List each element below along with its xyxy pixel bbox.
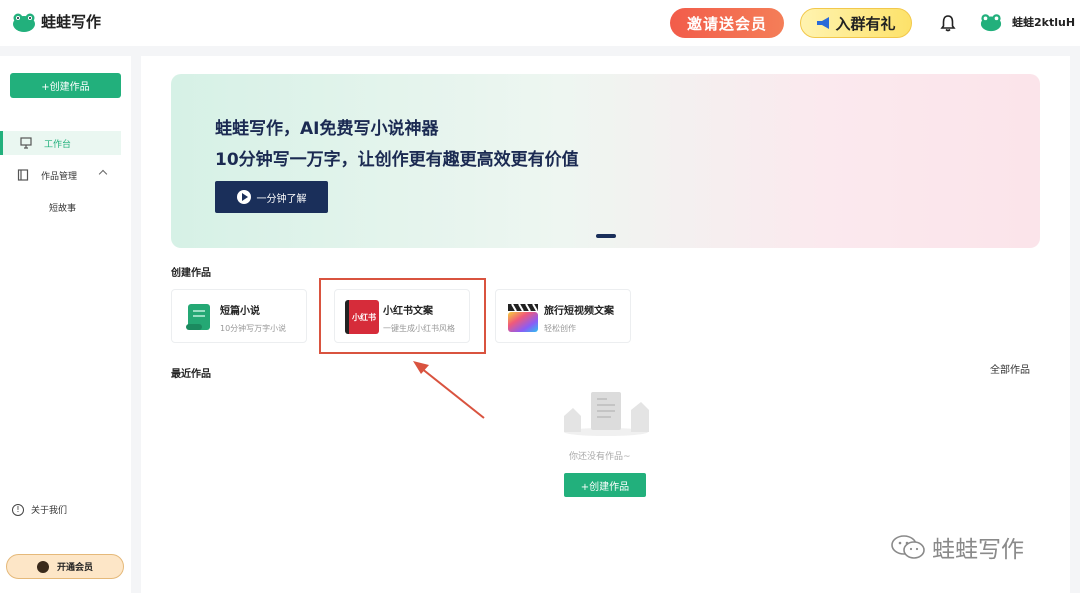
join-group-button[interactable]: 入群有礼 xyxy=(800,8,912,38)
sidebar-item-workbench[interactable]: 工作台 xyxy=(0,131,121,155)
create-section-title: 创建作品 xyxy=(171,268,211,279)
play-icon xyxy=(236,190,251,204)
learn-in-one-minute-button[interactable]: 一分钟了解 xyxy=(215,181,328,213)
info-icon: ! xyxy=(12,503,24,516)
clapperboard-icon xyxy=(508,303,538,332)
sidebar-item-label: 作品管理 xyxy=(41,171,78,182)
carousel-indicator[interactable] xyxy=(596,234,616,238)
about-us-label: 关于我们 xyxy=(31,506,68,516)
card-title: 旅行短视频文案 xyxy=(544,306,614,317)
app-logo[interactable]: 蛙蛙写作 xyxy=(12,11,101,32)
book-icon xyxy=(17,169,29,181)
open-vip-button[interactable]: 开通会员 xyxy=(6,554,124,579)
open-vip-label: 开通会员 xyxy=(56,563,93,573)
invite-vip-button[interactable]: 邀请送会员 xyxy=(670,8,784,38)
app-name: 蛙蛙写作 xyxy=(41,13,102,31)
watermark: 蛙蛙写作 xyxy=(890,530,1024,564)
banner-title: 蛙蛙写作，AI免费写小说神器 xyxy=(215,119,439,139)
highlight-box xyxy=(319,278,486,354)
avatar xyxy=(980,14,1002,32)
recent-section-title: 最近作品 xyxy=(171,369,211,380)
bell-icon[interactable] xyxy=(940,14,956,32)
card-desc: 10分钟写万字小说 xyxy=(220,324,287,333)
card-desc: 轻松创作 xyxy=(544,324,576,333)
megaphone-icon xyxy=(817,17,830,29)
monitor-icon xyxy=(20,137,32,149)
username: 蛙蛙2ktluH xyxy=(1012,16,1076,29)
user-menu[interactable]: 蛙蛙2ktluH xyxy=(980,12,1075,32)
join-group-label: 入群有礼 xyxy=(835,14,896,33)
top-header: 蛙蛙写作 邀请送会员 入群有礼 蛙蛙2ktluH xyxy=(0,0,1080,46)
create-work-button[interactable]: +创建作品 xyxy=(10,73,121,98)
scroll-icon xyxy=(186,304,210,330)
banner-subtitle: 10分钟写一万字，让创作更有趣更高效更有价值 xyxy=(215,150,579,170)
main-content: 蛙蛙写作，AI免费写小说神器 10分钟写一万字，让创作更有趣更高效更有价值 一分… xyxy=(141,56,1070,593)
empty-state-illustration xyxy=(564,392,649,436)
all-works-link[interactable]: 全部作品 xyxy=(990,361,1030,376)
sidebar-item-label: 工作台 xyxy=(44,139,72,150)
wechat-icon xyxy=(891,535,925,559)
create-card-short-novel[interactable]: 短篇小说 10分钟写万字小说 xyxy=(171,289,307,343)
sidebar-item-works[interactable]: 作品管理 xyxy=(0,163,121,187)
crown-icon xyxy=(36,560,49,573)
frog-logo-icon xyxy=(13,13,35,32)
sidebar-item-short-story[interactable]: 短故事 xyxy=(49,201,76,214)
watermark-text: 蛙蛙写作 xyxy=(932,537,1024,563)
learn-button-label: 一分钟了解 xyxy=(256,193,307,205)
create-card-travel-video[interactable]: 旅行短视频文案 轻松创作 xyxy=(495,289,631,343)
chevron-up-icon[interactable] xyxy=(98,169,108,179)
empty-state-text: 你还没有作品~ xyxy=(569,452,631,462)
about-us-link[interactable]: ! 关于我们 xyxy=(12,503,67,516)
hero-banner[interactable]: 蛙蛙写作，AI免费写小说神器 10分钟写一万字，让创作更有趣更高效更有价值 一分… xyxy=(171,74,1040,248)
sidebar: +创建作品 工作台 作品管理 短故事 ! 关于我们 开通会员 xyxy=(0,56,131,593)
card-title: 短篇小说 xyxy=(220,306,260,317)
create-work-button-main[interactable]: +创建作品 xyxy=(564,473,646,497)
